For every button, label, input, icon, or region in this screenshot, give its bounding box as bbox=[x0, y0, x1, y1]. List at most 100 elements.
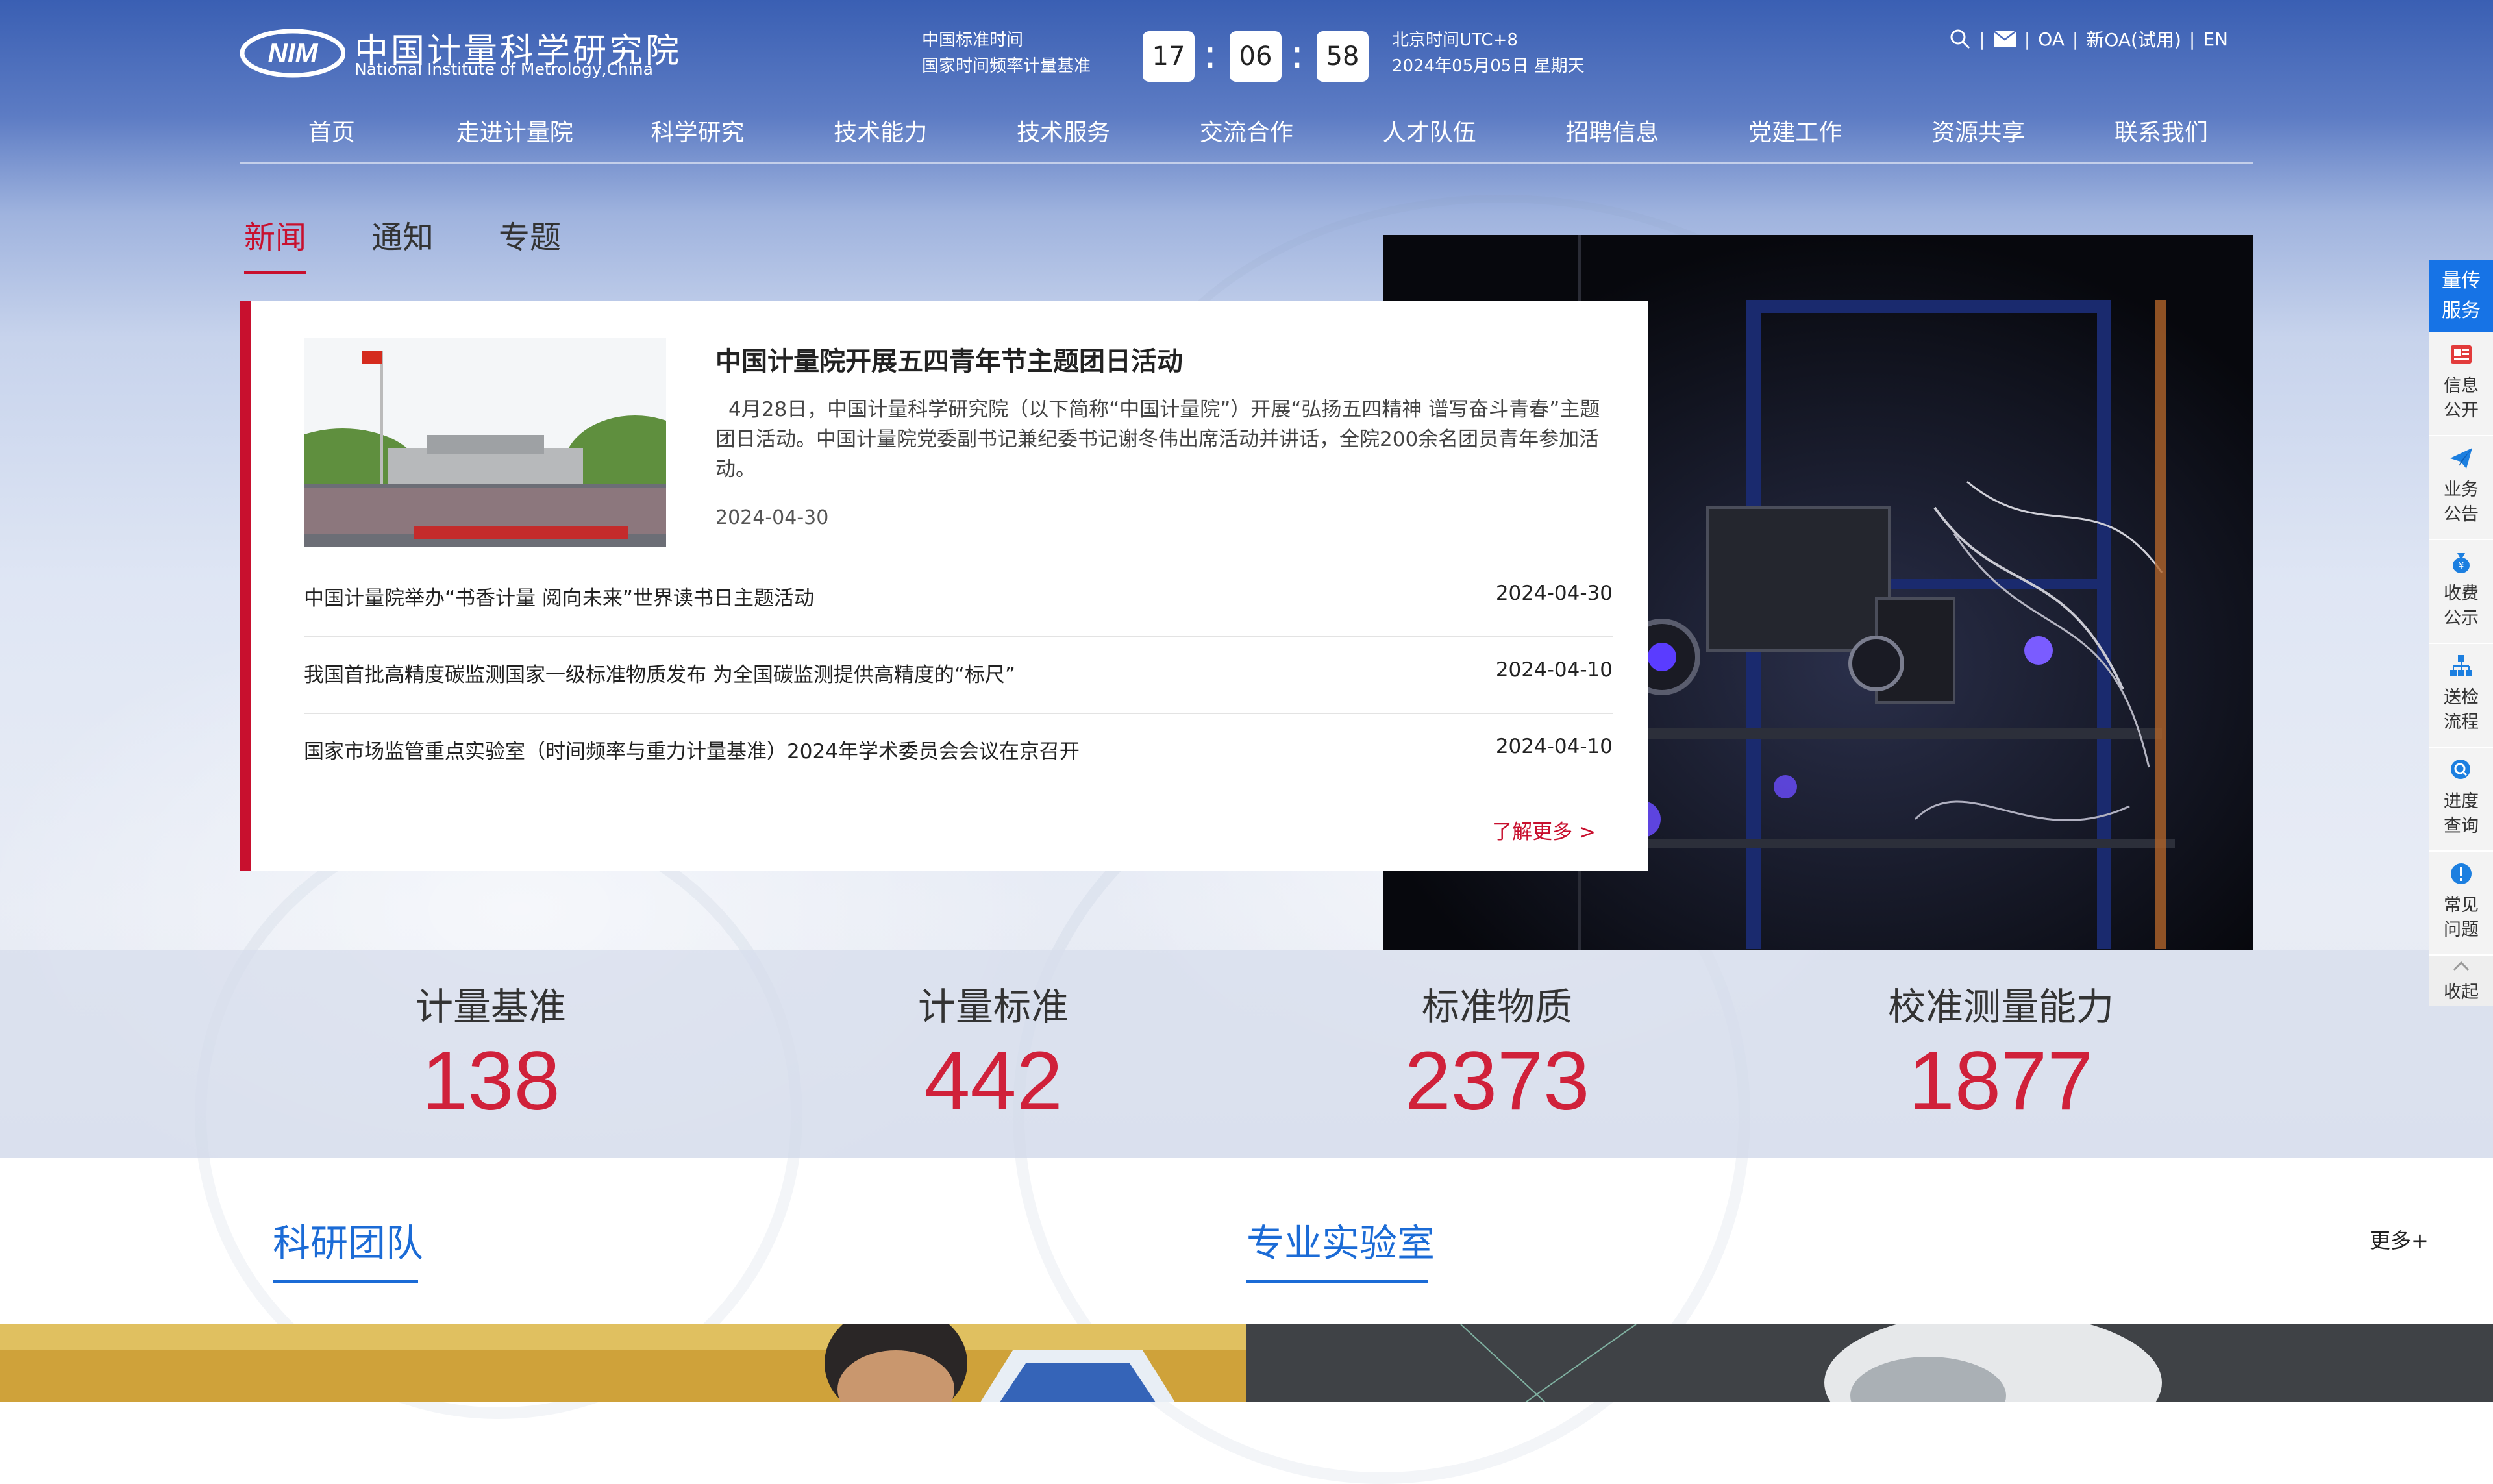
search-icon[interactable] bbox=[1949, 28, 1971, 50]
nav-item-research[interactable]: 科学研究 bbox=[606, 114, 789, 162]
nav-item-services[interactable]: 技术服务 bbox=[972, 114, 1155, 162]
sidebar-item-label: 流程 bbox=[2444, 712, 2479, 732]
sidebar-item-label: 进度 bbox=[2444, 791, 2479, 811]
top-utility-links: | | OA | 新OA(试用) | EN bbox=[1949, 26, 2228, 52]
news-item-date: 2024-04-30 bbox=[1495, 582, 1613, 605]
separator: | bbox=[2072, 28, 2079, 50]
oa-link[interactable]: OA bbox=[2038, 29, 2065, 50]
svg-text:NIM: NIM bbox=[268, 38, 319, 68]
nav-item-party[interactable]: 党建工作 bbox=[1704, 114, 1887, 162]
magnifier-icon bbox=[2451, 760, 2470, 779]
news-item-title[interactable]: 国家市场监管重点实验室（时间频率与重力计量基准）2024年学术委员会会议在京召开 bbox=[304, 735, 1080, 764]
clock-minutes: 06 bbox=[1230, 31, 1282, 82]
section-underline bbox=[1246, 1280, 1428, 1283]
stat-label: 标准物质 bbox=[1421, 985, 1572, 1029]
laboratory-photo[interactable] bbox=[1246, 1324, 2493, 1402]
stat-reference-materials[interactable]: 标准物质 2373 bbox=[1270, 950, 1724, 1129]
news-list-item[interactable]: 我国首批高精度碳监测国家一级标准物质发布 为全国碳监测提供高精度的“标尺” 20… bbox=[304, 637, 1613, 714]
nav-item-talent[interactable]: 人才队伍 bbox=[1338, 114, 1521, 162]
mail-icon[interactable] bbox=[1993, 31, 2016, 47]
site-logo[interactable]: NIM 中国计量科学研究院 National Institute of Metr… bbox=[240, 23, 679, 83]
tab-topics[interactable]: 专题 bbox=[499, 212, 561, 274]
news-panel: 中国计量院开展五四青年节主题团日活动 4月28日，中国计量科学研究院（以下简称“… bbox=[240, 301, 1648, 871]
clock-caption-cn-time: 中国标准时间 bbox=[922, 31, 1024, 50]
flowchart-icon bbox=[2450, 655, 2472, 676]
nav-item-cooperation[interactable]: 交流合作 bbox=[1155, 114, 1338, 162]
section-underline bbox=[273, 1280, 418, 1283]
tab-notices[interactable]: 通知 bbox=[371, 212, 434, 274]
nav-item-recruitment[interactable]: 招聘信息 bbox=[1521, 114, 1704, 162]
news-item-date: 2024-04-10 bbox=[1495, 658, 1613, 682]
stat-value: 138 bbox=[421, 1035, 560, 1128]
english-link[interactable]: EN bbox=[2203, 29, 2228, 50]
section-title-research-team[interactable]: 科研团队 bbox=[273, 1213, 423, 1267]
sidebar-item-label: 收费 bbox=[2444, 584, 2479, 604]
clock-hours: 17 bbox=[1143, 31, 1195, 82]
tab-news[interactable]: 新闻 bbox=[244, 212, 307, 274]
clock-date: 2024年05月05日 星期天 bbox=[1392, 56, 1585, 76]
stat-calibration-standards[interactable]: 计量标准 442 bbox=[766, 950, 1221, 1129]
nim-logo-icon: NIM bbox=[240, 29, 345, 78]
sidebar-item-label: 信息 bbox=[2444, 376, 2479, 396]
stat-calibration-capability[interactable]: 校准测量能力 1877 bbox=[1774, 950, 2228, 1129]
nav-item-about[interactable]: 走进计量院 bbox=[423, 114, 606, 162]
statistics-bar: 计量基准 138 计量标准 442 标准物质 2373 校准测量能力 1877 bbox=[0, 950, 2493, 1158]
clock-timezone: 北京时间UTC+8 bbox=[1392, 31, 1518, 50]
nav-item-home[interactable]: 首页 bbox=[240, 114, 423, 162]
more-link[interactable]: 更多+ bbox=[2370, 1224, 2429, 1254]
featured-news-date: 2024-04-30 bbox=[715, 506, 829, 529]
sidebar-item-fees[interactable]: ¥ 收费公示 bbox=[2429, 540, 2493, 644]
standard-time-clock: 中国标准时间 国家时间频率计量基准 17 : 06 : 58 北京时间UTC+8… bbox=[922, 27, 1610, 86]
featured-news-summary: 4月28日，中国计量科学研究院（以下简称“中国计量院”）开展“弘扬五四精神 谱写… bbox=[715, 398, 1600, 481]
sidebar-collapse-button[interactable]: 收起 bbox=[2429, 956, 2493, 1006]
clock-seconds: 58 bbox=[1317, 31, 1369, 82]
sidebar-item-label: 业务 bbox=[2444, 480, 2479, 500]
research-team-photo[interactable] bbox=[0, 1324, 1246, 1402]
featured-news-photo[interactable] bbox=[304, 338, 666, 547]
section-title-labs[interactable]: 专业实验室 bbox=[1246, 1213, 1435, 1267]
sidebar-item-label: 公示 bbox=[2444, 608, 2479, 628]
nav-item-contact[interactable]: 联系我们 bbox=[2070, 114, 2253, 162]
sidebar-item-label: 送检 bbox=[2444, 687, 2479, 708]
svg-text:¥: ¥ bbox=[2459, 561, 2464, 571]
clock-caption-baseline: 国家时间频率计量基准 bbox=[922, 56, 1091, 76]
new-oa-link[interactable]: 新OA(试用) bbox=[2086, 26, 2181, 52]
exclamation-icon bbox=[2451, 863, 2472, 884]
sidebar-item-label: 问题 bbox=[2444, 920, 2479, 940]
stat-label: 计量基准 bbox=[415, 985, 566, 1029]
sidebar-item-announcements[interactable]: 业务 公告 bbox=[2429, 436, 2493, 540]
clock-separator: : bbox=[1291, 32, 1304, 77]
info-disclosure-icon bbox=[2451, 345, 2472, 364]
news-more-link[interactable]: 了解更多 > bbox=[1492, 815, 1596, 845]
news-item-title[interactable]: 中国计量院举办“书香计量 阅向未来”世界读书日主题活动 bbox=[304, 582, 814, 611]
news-list-item[interactable]: 中国计量院举办“书香计量 阅向未来”世界读书日主题活动 2024-04-30 bbox=[304, 561, 1613, 637]
sidebar-item-progress-query[interactable]: 进度 查询 bbox=[2429, 748, 2493, 852]
sidebar-header-line: 服务 bbox=[2442, 299, 2481, 322]
service-sidebar: 量传 服务 信息 公开 业务 公告 ¥ 收费 公示 送检 流程 进度 查询 常见… bbox=[2429, 260, 2493, 1006]
featured-news-title[interactable]: 中国计量院开展五四青年节主题团日活动 bbox=[715, 340, 1183, 378]
paper-plane-icon bbox=[2450, 448, 2472, 469]
sidebar-item-faq[interactable]: 常见 问题 bbox=[2429, 852, 2493, 956]
news-item-title[interactable]: 我国首批高精度碳监测国家一级标准物质发布 为全国碳监测提供高精度的“标尺” bbox=[304, 658, 1015, 687]
stat-label: 校准测量能力 bbox=[1887, 985, 2114, 1029]
sidebar-item-label: 公开 bbox=[2444, 401, 2479, 421]
money-bag-icon: ¥ bbox=[2453, 553, 2470, 573]
stat-measurement-standards[interactable]: 计量基准 138 bbox=[264, 950, 718, 1129]
stat-value: 2373 bbox=[1404, 1035, 1590, 1128]
sidebar-collapse-label: 收起 bbox=[2444, 982, 2479, 1002]
chevron-up-icon bbox=[2453, 961, 2470, 971]
stat-value: 442 bbox=[924, 1035, 1063, 1128]
sidebar-item-label: 常见 bbox=[2444, 895, 2479, 915]
sidebar-item-label: 查询 bbox=[2444, 816, 2479, 836]
stat-value: 1877 bbox=[1908, 1035, 2094, 1128]
nav-item-capability[interactable]: 技术能力 bbox=[789, 114, 972, 162]
clock-separator: : bbox=[1204, 32, 1217, 77]
separator: | bbox=[2024, 28, 2031, 50]
sidebar-header: 量传 服务 bbox=[2429, 260, 2493, 332]
nav-item-resources[interactable]: 资源共享 bbox=[1887, 114, 2070, 162]
main-navigation: 首页 走进计量院 科学研究 技术能力 技术服务 交流合作 人才队伍 招聘信息 党… bbox=[240, 114, 2253, 164]
news-list-item[interactable]: 国家市场监管重点实验室（时间频率与重力计量基准）2024年学术委员会会议在京召开… bbox=[304, 714, 1613, 791]
sidebar-item-info-disclosure[interactable]: 信息 公开 bbox=[2429, 332, 2493, 436]
sidebar-item-submission-process[interactable]: 送检 流程 bbox=[2429, 644, 2493, 748]
separator: | bbox=[2189, 28, 2196, 50]
